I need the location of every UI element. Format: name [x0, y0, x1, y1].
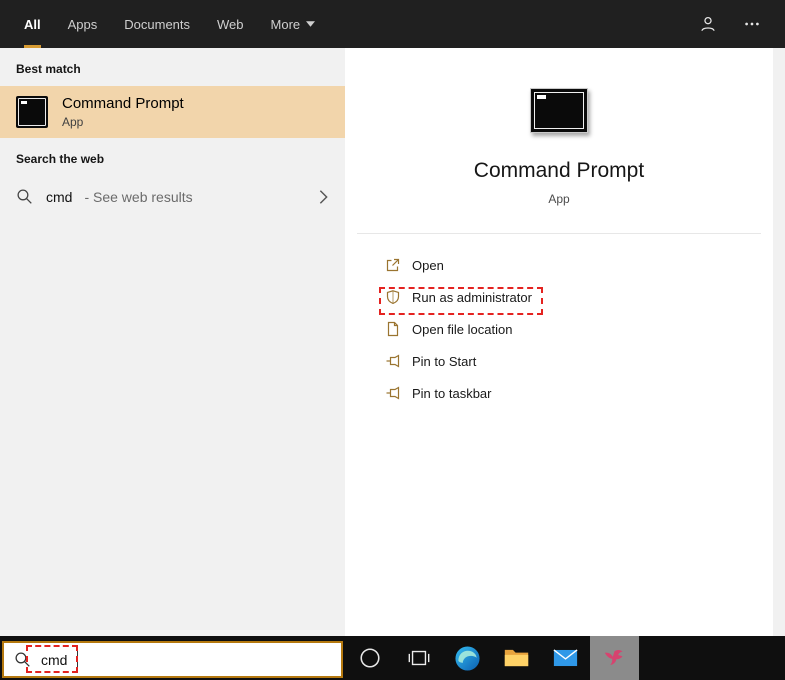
- cortana-icon: [358, 646, 382, 670]
- taskbar-explorer-button[interactable]: [492, 636, 541, 680]
- taskbar-taskview-button[interactable]: [394, 636, 443, 680]
- tab-more[interactable]: More: [271, 0, 316, 48]
- taskbar-app-button[interactable]: [590, 636, 639, 680]
- user-icon[interactable]: [699, 15, 717, 33]
- open-icon: [385, 257, 401, 273]
- tab-apps-label: Apps: [67, 16, 98, 32]
- file-explorer-icon: [503, 647, 530, 669]
- text-cursor: [77, 650, 79, 669]
- tab-web-label: Web: [217, 16, 244, 32]
- task-view-icon: [407, 646, 431, 670]
- action-pin-to-start[interactable]: Pin to Start: [345, 345, 773, 377]
- best-match-text: Command Prompt App: [62, 95, 184, 129]
- tab-apps[interactable]: Apps: [68, 0, 98, 48]
- app-icon-area: [345, 88, 773, 133]
- action-label: Pin to Start: [412, 353, 477, 369]
- file-location-icon: [385, 321, 401, 337]
- tab-more-label: More: [270, 16, 301, 32]
- app-subtitle: App: [548, 192, 570, 206]
- edge-icon: [454, 645, 481, 672]
- header-actions: [699, 0, 785, 48]
- chevron-down-icon: [306, 21, 316, 27]
- tab-all[interactable]: All: [24, 0, 41, 48]
- tab-web[interactable]: Web: [217, 0, 244, 48]
- app-title: Command Prompt: [473, 159, 645, 182]
- tab-all-label: All: [24, 16, 41, 32]
- taskbar-edge-button[interactable]: [443, 636, 492, 680]
- command-prompt-icon: [530, 88, 588, 133]
- search-icon: [14, 651, 31, 668]
- action-run-as-administrator[interactable]: Run as administrator: [345, 281, 773, 313]
- more-options-icon[interactable]: [743, 15, 761, 33]
- search-filter-bar: All Apps Documents Web More: [0, 0, 785, 48]
- hummingbird-app-icon: [602, 646, 627, 671]
- pin-icon: [385, 385, 401, 401]
- best-match-result[interactable]: Command Prompt App: [0, 86, 345, 138]
- action-pin-to-taskbar[interactable]: Pin to taskbar: [345, 377, 773, 409]
- search-input-value: cmd: [41, 651, 68, 668]
- action-open[interactable]: Open: [345, 249, 773, 281]
- shield-icon: [385, 289, 401, 305]
- best-match-title: Command Prompt: [62, 95, 184, 112]
- search-icon: [16, 188, 34, 206]
- windows-search-panel: All Apps Documents Web More Best match C…: [0, 0, 785, 680]
- action-label: Open file location: [412, 321, 513, 337]
- results-panel: Best match Command Prompt App Search the…: [0, 48, 345, 636]
- action-open-file-location[interactable]: Open file location: [345, 313, 773, 345]
- taskbar-mail-button[interactable]: [541, 636, 590, 680]
- web-search-result[interactable]: cmd - See web results: [0, 178, 345, 216]
- search-web-header: Search the web: [16, 152, 105, 166]
- tab-documents-label: Documents: [124, 16, 191, 32]
- filter-tabs: All Apps Documents Web More: [0, 0, 316, 48]
- chevron-right-icon[interactable]: [318, 188, 329, 206]
- command-prompt-icon: [16, 96, 48, 128]
- pin-icon: [385, 353, 401, 369]
- tab-documents[interactable]: Documents: [124, 0, 190, 48]
- action-label: Open: [412, 257, 444, 273]
- best-match-subtitle: App: [62, 115, 84, 129]
- taskbar-cortana-button[interactable]: [345, 636, 394, 680]
- action-label: Pin to taskbar: [412, 385, 492, 401]
- search-input[interactable]: cmd: [2, 641, 343, 678]
- mail-icon: [553, 648, 578, 668]
- web-suffix-text: - See web results: [84, 189, 193, 205]
- action-list: Open Run as administrator Open file loca…: [345, 249, 773, 409]
- scrollbar-track[interactable]: [773, 48, 785, 636]
- web-query-text: cmd: [46, 189, 73, 205]
- divider: [357, 233, 761, 234]
- taskbar-icons: [345, 636, 639, 680]
- action-label: Run as administrator: [412, 289, 532, 305]
- preview-panel: Command Prompt App Open Run as administr…: [345, 48, 773, 636]
- best-match-header: Best match: [16, 62, 81, 76]
